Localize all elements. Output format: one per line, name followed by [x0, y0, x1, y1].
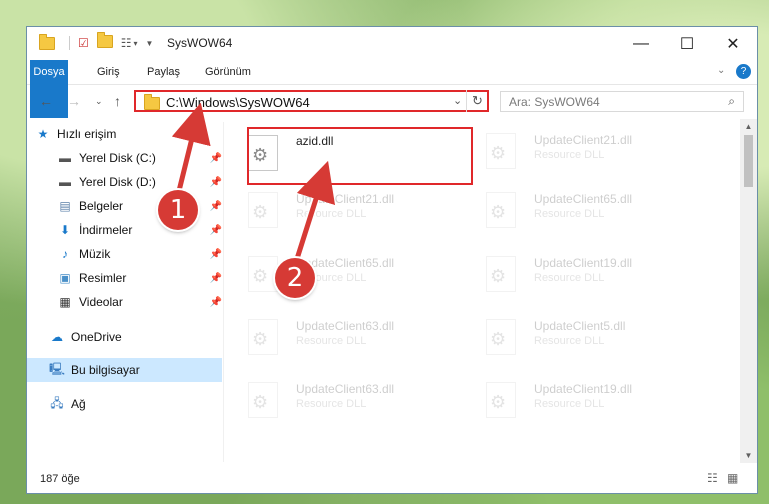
callout-badge-2: 2 — [275, 258, 315, 298]
arrow-2 — [293, 160, 336, 265]
callout-badge-1: 1 — [158, 190, 198, 230]
annotation-arrows — [171, 102, 336, 266]
arrow-1 — [171, 102, 211, 198]
